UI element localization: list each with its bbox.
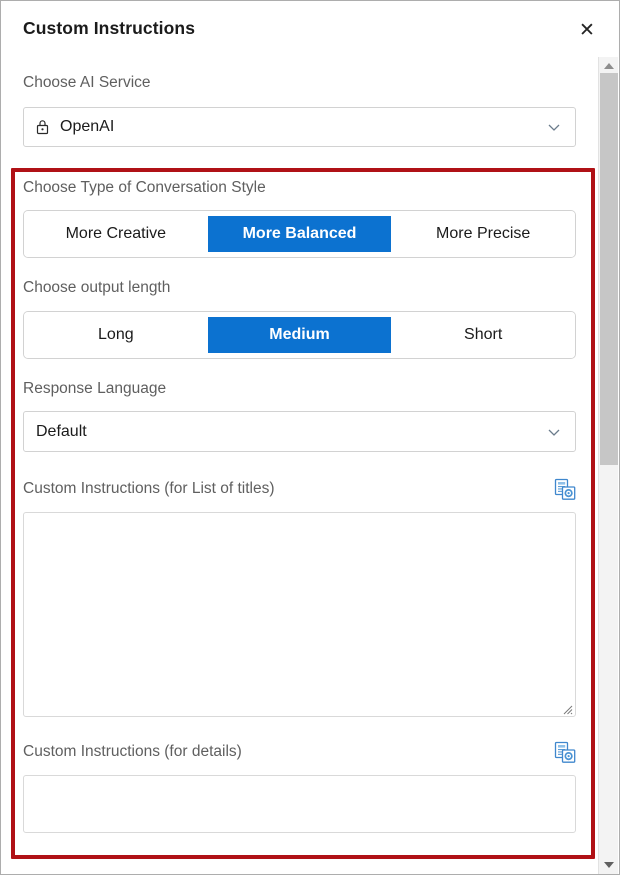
content-bottom-spacer bbox=[23, 833, 576, 873]
document-settings-icon[interactable] bbox=[554, 741, 576, 764]
dialog-scroll-viewport: Choose AI Service OpenAI Choose Type of … bbox=[1, 57, 598, 874]
custom-instructions-dialog: Custom Instructions ✕ Choose AI Service … bbox=[0, 0, 620, 875]
response-language-select[interactable]: Default bbox=[23, 411, 576, 453]
scroll-down-arrow-icon[interactable] bbox=[599, 856, 619, 874]
dialog-titlebar: Custom Instructions ✕ bbox=[1, 1, 619, 57]
segment-more-creative[interactable]: More Creative bbox=[24, 211, 208, 258]
conversation-style-segmented: More Creative More Balanced More Precise bbox=[23, 210, 576, 259]
output-length-segmented: Long Medium Short bbox=[23, 310, 576, 359]
page-title: Custom Instructions bbox=[23, 18, 196, 38]
chevron-down-icon[interactable] bbox=[547, 425, 561, 439]
document-settings-icon[interactable] bbox=[554, 478, 576, 501]
custom-instructions-details-value bbox=[24, 776, 575, 792]
custom-instructions-titles-textarea[interactable] bbox=[23, 512, 576, 718]
resize-grip-icon[interactable] bbox=[561, 702, 573, 715]
custom-instructions-details-label: Custom Instructions (for details) bbox=[23, 743, 242, 761]
response-language-value: Default bbox=[36, 422, 87, 440]
ai-service-value: OpenAI bbox=[60, 117, 115, 135]
ai-service-value-wrap: OpenAI bbox=[36, 118, 114, 136]
segment-more-balanced[interactable]: More Balanced bbox=[207, 216, 392, 253]
segment-short[interactable]: Short bbox=[391, 311, 575, 358]
custom-instructions-details-row: Custom Instructions (for details) bbox=[23, 741, 576, 764]
custom-instructions-titles-label: Custom Instructions (for List of titles) bbox=[23, 480, 275, 498]
custom-instructions-titles-row: Custom Instructions (for List of titles) bbox=[23, 478, 576, 501]
response-language-label: Response Language bbox=[23, 379, 167, 397]
chevron-down-icon[interactable] bbox=[547, 120, 561, 134]
ai-service-select[interactable]: OpenAI bbox=[23, 106, 576, 147]
lock-icon bbox=[36, 119, 49, 135]
ai-service-label: Choose AI Service bbox=[23, 74, 151, 91]
scrollbar-thumb[interactable] bbox=[600, 73, 618, 465]
close-icon[interactable]: ✕ bbox=[572, 15, 602, 45]
output-length-label: Choose output length bbox=[23, 279, 171, 297]
vertical-scrollbar[interactable] bbox=[598, 57, 618, 874]
segment-more-precise[interactable]: More Precise bbox=[391, 211, 575, 258]
conversation-style-label: Choose Type of Conversation Style bbox=[23, 178, 266, 196]
custom-instructions-titles-value bbox=[24, 513, 575, 529]
custom-instructions-details-textarea[interactable] bbox=[23, 775, 576, 834]
dialog-content: Choose AI Service OpenAI Choose Type of … bbox=[1, 57, 598, 873]
segment-medium[interactable]: Medium bbox=[207, 316, 392, 353]
segment-long[interactable]: Long bbox=[24, 311, 208, 358]
